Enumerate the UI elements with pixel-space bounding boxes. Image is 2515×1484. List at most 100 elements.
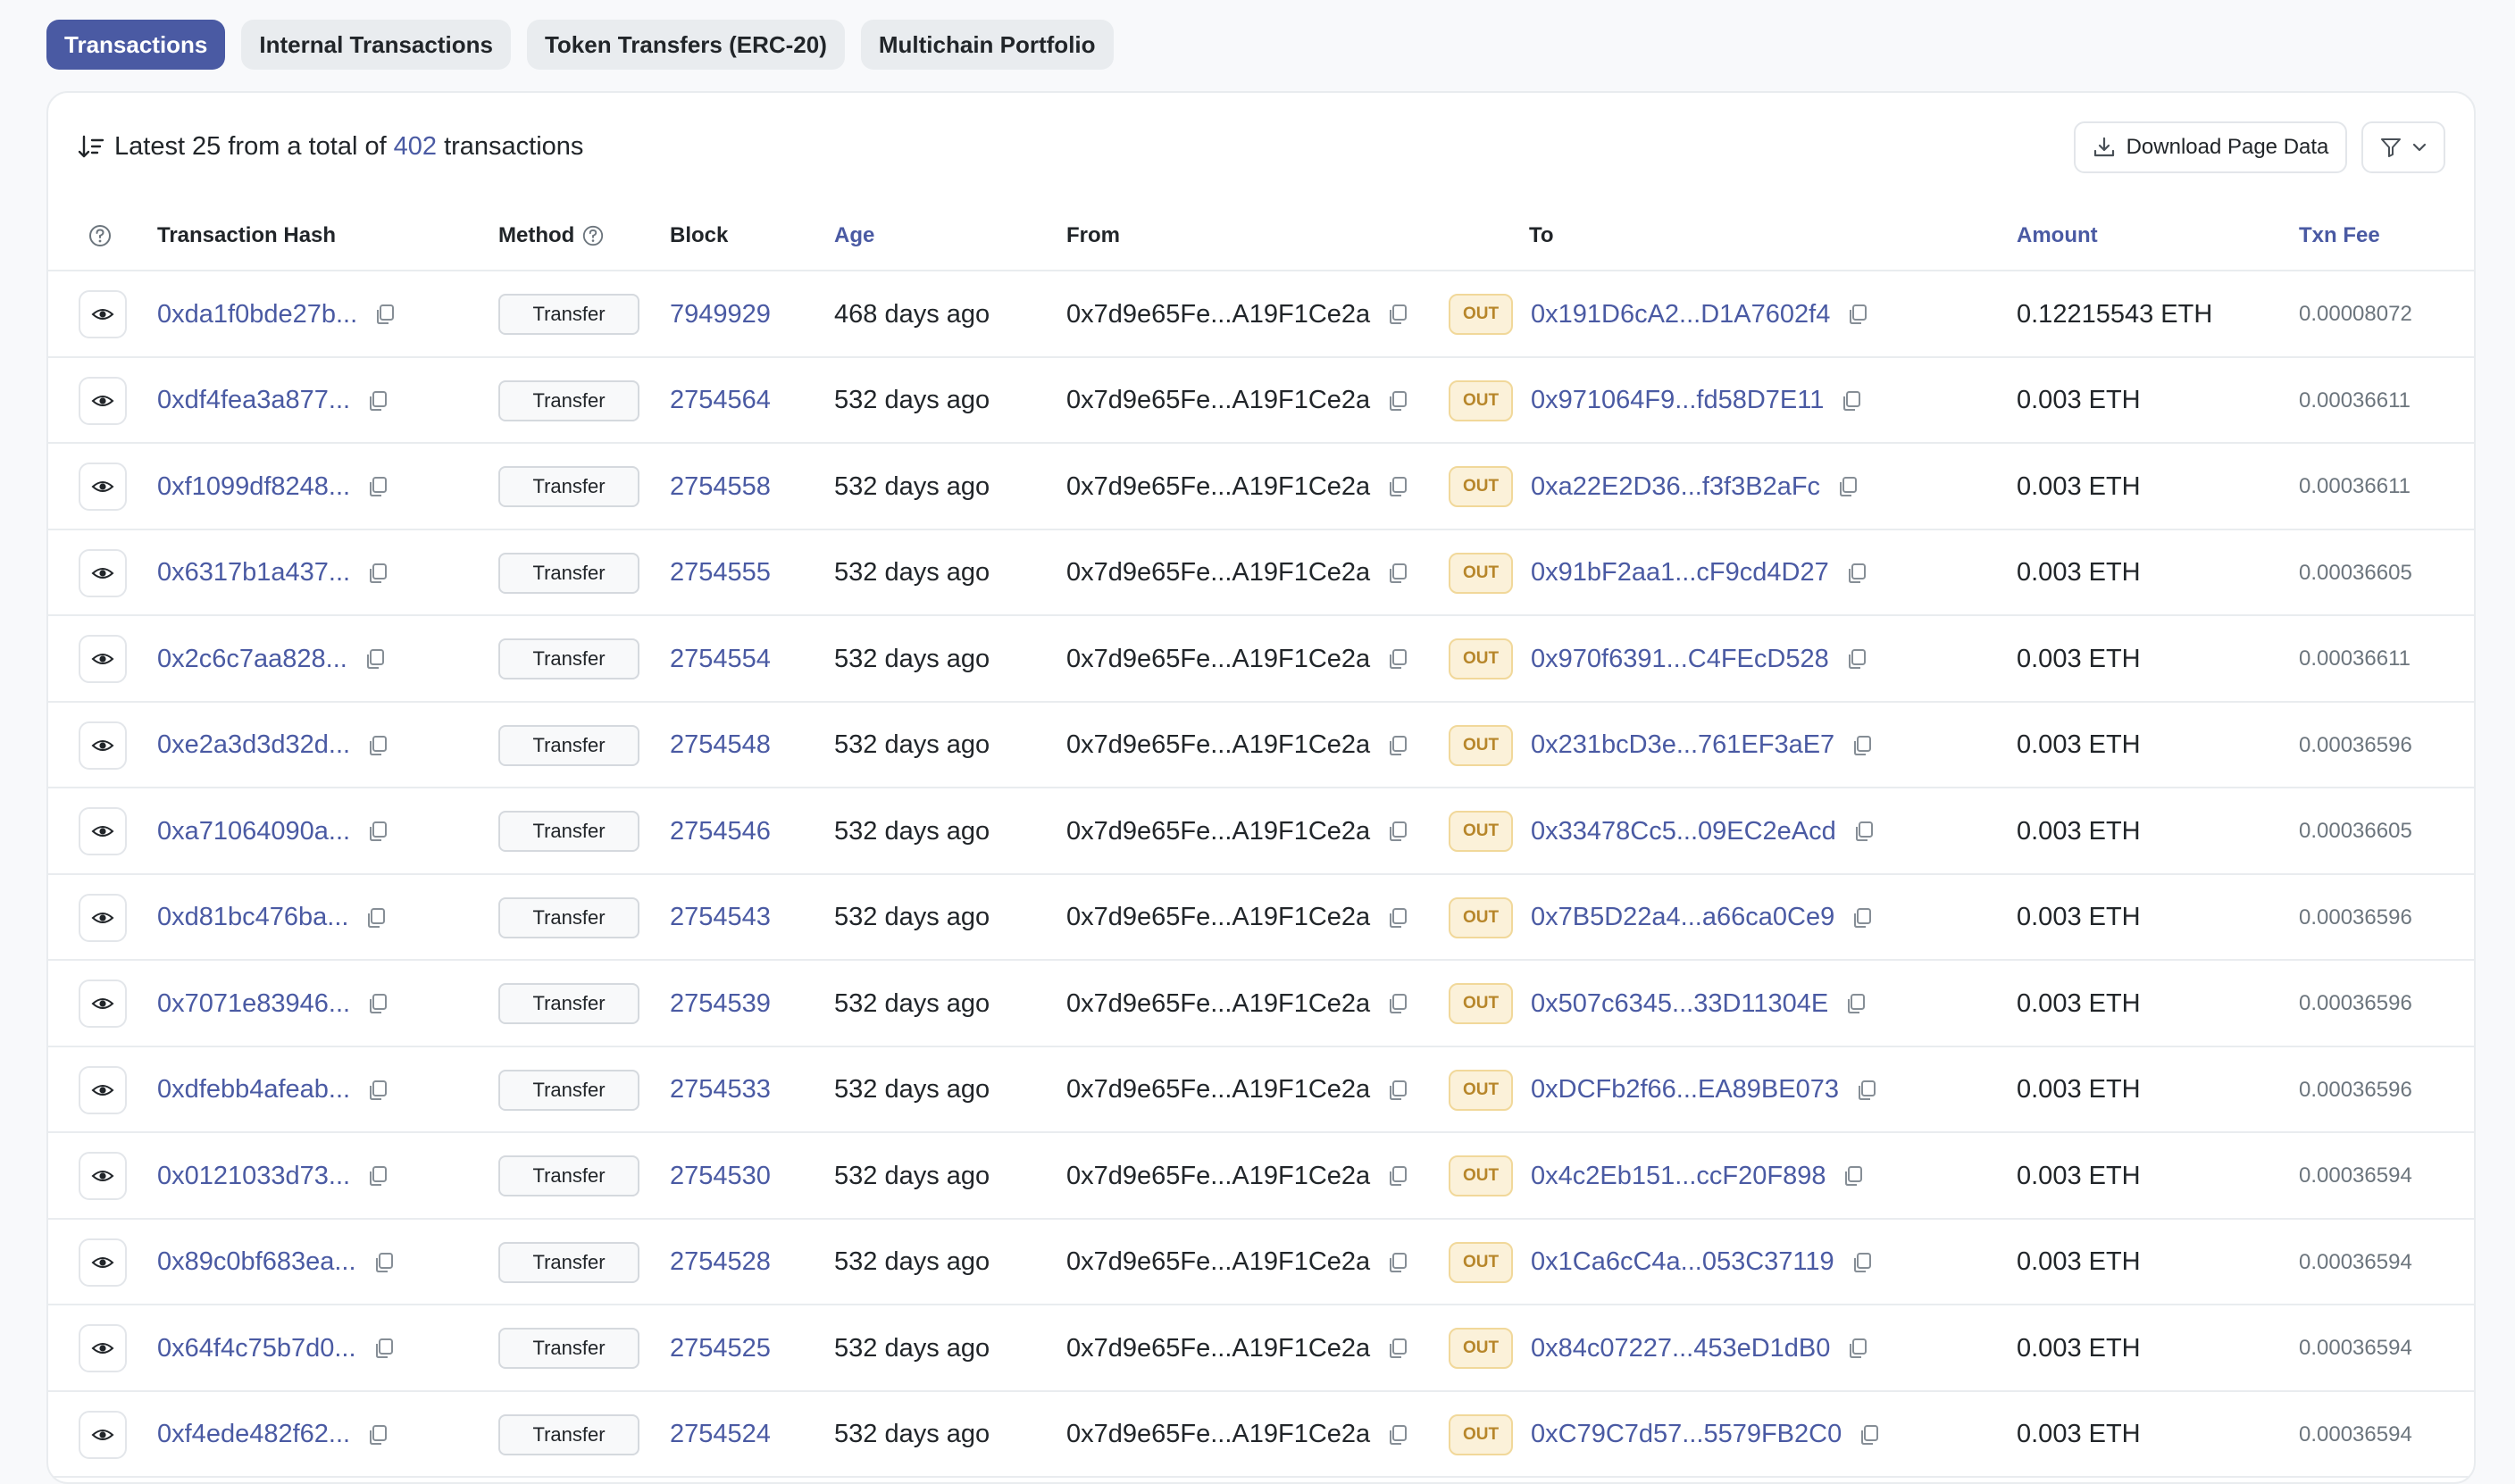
copy-icon[interactable] [366,1079,389,1102]
block-link[interactable]: 2754525 [670,1305,771,1391]
block-link[interactable]: 2754533 [670,1047,771,1133]
transaction-hash-link[interactable]: 0xa71064090a... [157,817,350,846]
copy-icon[interactable] [1386,1251,1409,1274]
copy-icon[interactable] [372,1337,396,1360]
copy-icon[interactable] [1386,562,1409,585]
copy-icon[interactable] [366,992,389,1015]
copy-icon[interactable] [1852,820,1876,843]
copy-icon[interactable] [1840,389,1863,413]
transaction-hash-link[interactable]: 0xf1099df8248... [157,472,350,502]
to-address-link[interactable]: 0x231bcD3e...761EF3aE7 [1531,730,1834,760]
block-link[interactable]: 2754530 [670,1133,771,1219]
copy-icon[interactable] [1386,389,1409,413]
copy-icon[interactable] [1851,1251,1874,1274]
copy-icon[interactable] [1851,734,1874,757]
copy-icon[interactable] [1386,1423,1409,1446]
preview-button[interactable] [79,376,127,425]
copy-icon[interactable] [1386,820,1409,843]
block-link[interactable]: 2754543 [670,875,771,961]
copy-icon[interactable] [1844,992,1867,1015]
preview-button[interactable] [79,635,127,683]
help-circle-icon[interactable] [581,224,605,247]
preview-button[interactable] [79,463,127,511]
copy-icon[interactable] [373,303,397,326]
copy-icon[interactable] [364,906,388,930]
transaction-hash-link[interactable]: 0xf4ede482f62... [157,1420,350,1449]
copy-icon[interactable] [1846,1337,1869,1360]
to-address-link[interactable]: 0x33478Cc5...09EC2eAcd [1531,817,1836,846]
block-link[interactable]: 2754524 [670,1392,771,1478]
preview-button[interactable] [79,807,127,855]
transaction-hash-link[interactable]: 0x64f4c75b7d0... [157,1334,356,1363]
copy-icon[interactable] [1845,562,1868,585]
copy-icon[interactable] [1386,992,1409,1015]
copy-icon[interactable] [1836,475,1859,498]
copy-icon[interactable] [1386,1164,1409,1188]
transaction-hash-link[interactable]: 0xda1f0bde27b... [157,300,357,329]
help-icon-header[interactable] [88,200,113,271]
download-page-data-button[interactable]: Download Page Data [2074,121,2347,173]
copy-icon[interactable] [1846,303,1869,326]
tab-token-transfers[interactable]: Token Transfers (ERC-20) [526,20,845,70]
to-address-link[interactable]: 0x7B5D22a4...a66ca0Ce9 [1531,903,1834,932]
to-address-link[interactable]: 0xC79C7d57...5579FB2C0 [1531,1420,1842,1449]
preview-button[interactable] [79,1324,127,1372]
to-address-link[interactable]: 0x971064F9...fd58D7E11 [1531,386,1824,415]
copy-icon[interactable] [366,389,389,413]
preview-button[interactable] [79,548,127,597]
block-link[interactable]: 7949929 [670,271,771,357]
to-address-link[interactable]: 0x84c07227...453eD1dB0 [1531,1334,1830,1363]
copy-icon[interactable] [366,562,389,585]
transaction-hash-link[interactable]: 0x0121033d73... [157,1162,350,1191]
copy-icon[interactable] [1386,734,1409,757]
transaction-hash-link[interactable]: 0x89c0bf683ea... [157,1247,356,1277]
copy-icon[interactable] [1845,647,1868,671]
copy-icon[interactable] [1386,1079,1409,1102]
copy-icon[interactable] [1386,906,1409,930]
to-address-link[interactable]: 0x970f6391...C4FEcD528 [1531,645,1829,674]
block-link[interactable]: 2754546 [670,788,771,874]
preview-button[interactable] [79,1410,127,1459]
to-address-link[interactable]: 0xa22E2D36...f3f3B2aFc [1531,472,1820,502]
transaction-hash-link[interactable]: 0xe2a3d3d32d... [157,730,350,760]
preview-button[interactable] [79,1238,127,1287]
preview-button[interactable] [79,1152,127,1200]
block-link[interactable]: 2754555 [670,530,771,616]
preview-button[interactable] [79,721,127,770]
to-address-link[interactable]: 0x1Ca6cC4a...053C37119 [1531,1247,1834,1277]
block-link[interactable]: 2754548 [670,703,771,788]
tab-internal-transactions[interactable]: Internal Transactions [241,20,511,70]
copy-icon[interactable] [1855,1079,1878,1102]
copy-icon[interactable] [366,734,389,757]
copy-icon[interactable] [372,1251,396,1274]
copy-icon[interactable] [366,1164,389,1188]
copy-icon[interactable] [1842,1164,1865,1188]
block-link[interactable]: 2754564 [670,358,771,444]
copy-icon[interactable] [1858,1423,1881,1446]
preview-button[interactable] [79,1065,127,1114]
copy-icon[interactable] [1386,475,1409,498]
column-header-amount[interactable]: Amount [2017,200,2098,271]
transaction-hash-link[interactable]: 0xdfebb4afeab... [157,1075,350,1105]
copy-icon[interactable] [1851,906,1874,930]
block-link[interactable]: 2754558 [670,444,771,529]
transaction-hash-link[interactable]: 0x6317b1a437... [157,558,350,588]
summary-count-link[interactable]: 402 [394,132,437,162]
preview-button[interactable] [79,980,127,1028]
transaction-hash-link[interactable]: 0x2c6c7aa828... [157,645,347,674]
copy-icon[interactable] [366,820,389,843]
to-address-link[interactable]: 0xDCFb2f66...EA89BE073 [1531,1075,1839,1105]
copy-icon[interactable] [366,475,389,498]
preview-button[interactable] [79,893,127,942]
transaction-hash-link[interactable]: 0x7071e83946... [157,989,350,1019]
to-address-link[interactable]: 0x4c2Eb151...ccF20F898 [1531,1162,1826,1191]
column-header-fee[interactable]: Txn Fee [2299,200,2380,271]
filter-dropdown-button[interactable] [2361,121,2445,173]
transaction-hash-link[interactable]: 0xdf4fea3a877... [157,386,350,415]
preview-button[interactable] [79,290,127,338]
block-link[interactable]: 2754554 [670,616,771,702]
copy-icon[interactable] [366,1423,389,1446]
copy-icon[interactable] [1386,303,1409,326]
block-link[interactable]: 2754528 [670,1220,771,1305]
to-address-link[interactable]: 0x507c6345...33D11304E [1531,989,1828,1019]
